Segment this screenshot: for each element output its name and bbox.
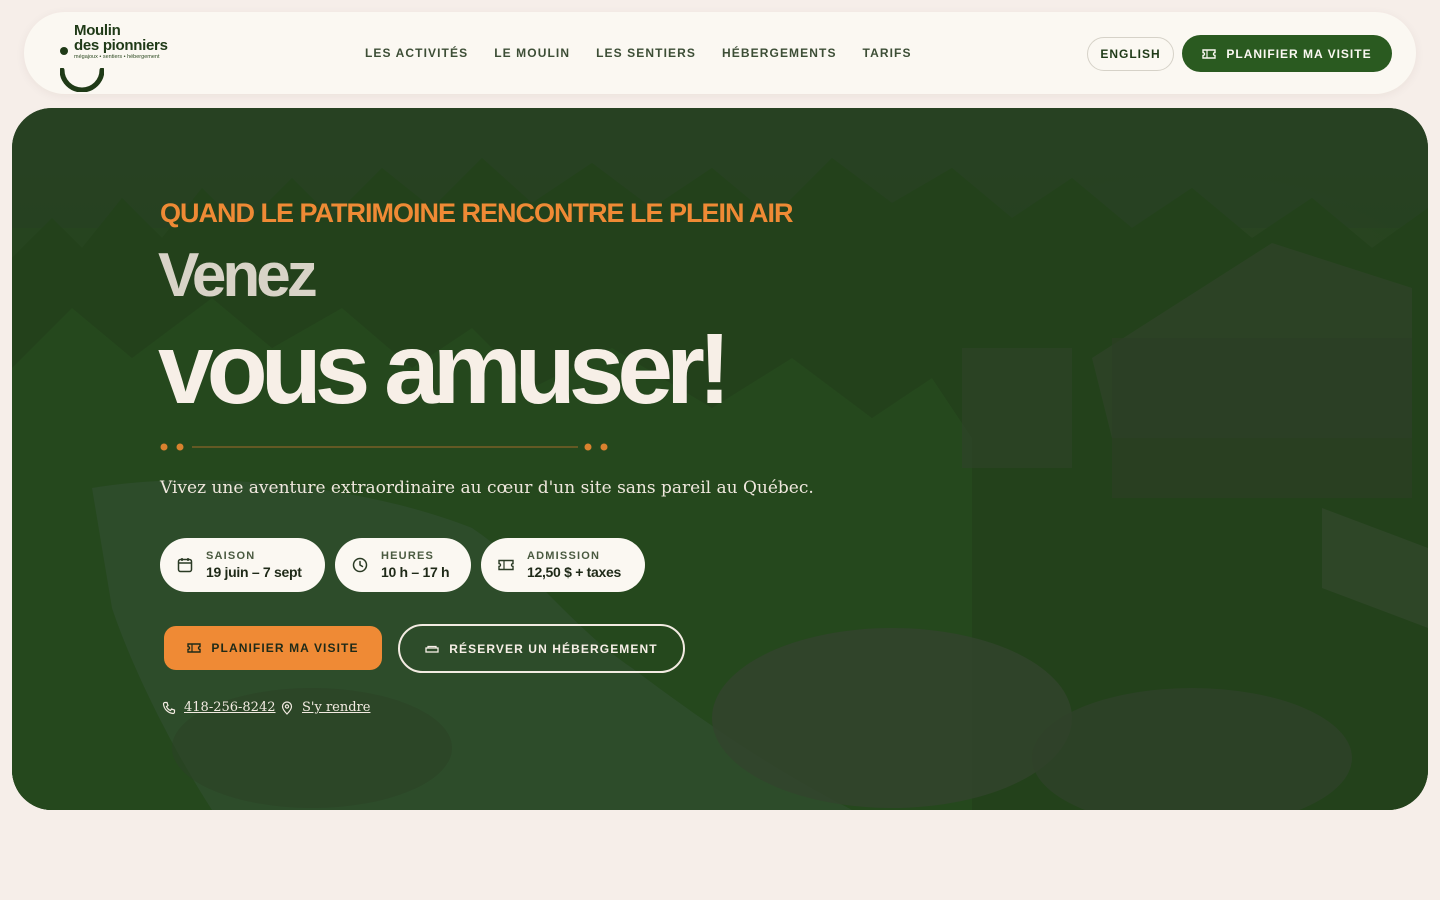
hero-section: QUAND LE PATRIMOINE RENCONTRE LE PLEIN A… — [12, 108, 1428, 810]
logo-line2: des pionniers — [74, 37, 168, 54]
bed-icon — [425, 645, 439, 653]
season-value: 19 juin – 7 sept — [206, 564, 302, 580]
phone-icon — [162, 701, 176, 714]
logo-dot — [60, 47, 68, 55]
season-pill: SAISON 19 juin – 7 sept — [160, 538, 325, 592]
hero-title-line1: Venez — [158, 241, 318, 310]
hero-kicker: QUAND LE PATRIMOINE RENCONTRE LE PLEIN A… — [160, 198, 794, 228]
nav-item-hebergements[interactable]: HÉBERGEMENTS — [722, 46, 837, 60]
reserve-lodging-label: RÉSERVER UN HÉBERGEMENT — [449, 641, 658, 656]
admission-pill: ADMISSION 12,50 $ + taxes — [481, 538, 645, 592]
plan-visit-header-label: PLANIFIER MA VISITE — [1226, 46, 1372, 61]
hours-value: 10 h – 17 h — [381, 564, 450, 580]
brand-logo[interactable]: Moulin des pionniers mégajoux • sentiers… — [60, 20, 200, 92]
hero-title-line2: vous amuser! — [158, 313, 731, 425]
logo-tagline: mégajoux • sentiers • hébergement — [74, 54, 160, 60]
reserve-lodging-button[interactable]: RÉSERVER UN HÉBERGEMENT — [398, 624, 685, 673]
nav-item-sentiers[interactable]: LES SENTIERS — [596, 46, 696, 60]
nav-item-moulin[interactable]: LE MOULIN — [494, 46, 570, 60]
clock-icon — [352, 557, 368, 573]
nav-item-tarifs[interactable]: TARIFS — [863, 46, 912, 60]
calendar-icon — [177, 558, 193, 573]
hours-pill: HEURES 10 h – 17 h — [335, 538, 471, 592]
phone-link[interactable]: 418-256-8242 — [162, 700, 276, 715]
phone-number: 418-256-8242 — [184, 700, 276, 715]
admission-label: ADMISSION — [527, 550, 601, 562]
plan-visit-hero-button[interactable]: PLANIFIER MA VISITE — [164, 626, 382, 670]
season-label: SAISON — [206, 550, 256, 562]
directions-label: S'y rendre — [302, 700, 371, 715]
hero-subtitle: Vivez une aventure extraordinaire au cœu… — [160, 478, 814, 498]
ticket-icon — [1202, 48, 1217, 59]
hours-label: HEURES — [381, 550, 435, 562]
ticket-icon — [498, 559, 514, 571]
logo-smile-icon — [60, 68, 104, 92]
site-header: Moulin des pionniers mégajoux • sentiers… — [24, 12, 1416, 94]
language-button[interactable]: ENGLISH — [1087, 37, 1174, 71]
ticket-icon — [187, 643, 202, 653]
plan-visit-hero-label: PLANIFIER MA VISITE — [211, 641, 359, 655]
plan-visit-header-button[interactable]: PLANIFIER MA VISITE — [1182, 35, 1392, 72]
map-pin-icon — [281, 700, 293, 715]
admission-value: 12,50 $ + taxes — [527, 564, 621, 580]
hero-divider — [160, 443, 608, 451]
directions-link[interactable]: S'y rendre — [280, 700, 370, 715]
main-nav: LES ACTIVITÉS LE MOULIN LES SENTIERS HÉB… — [365, 46, 938, 60]
nav-item-activites[interactable]: LES ACTIVITÉS — [365, 46, 468, 60]
